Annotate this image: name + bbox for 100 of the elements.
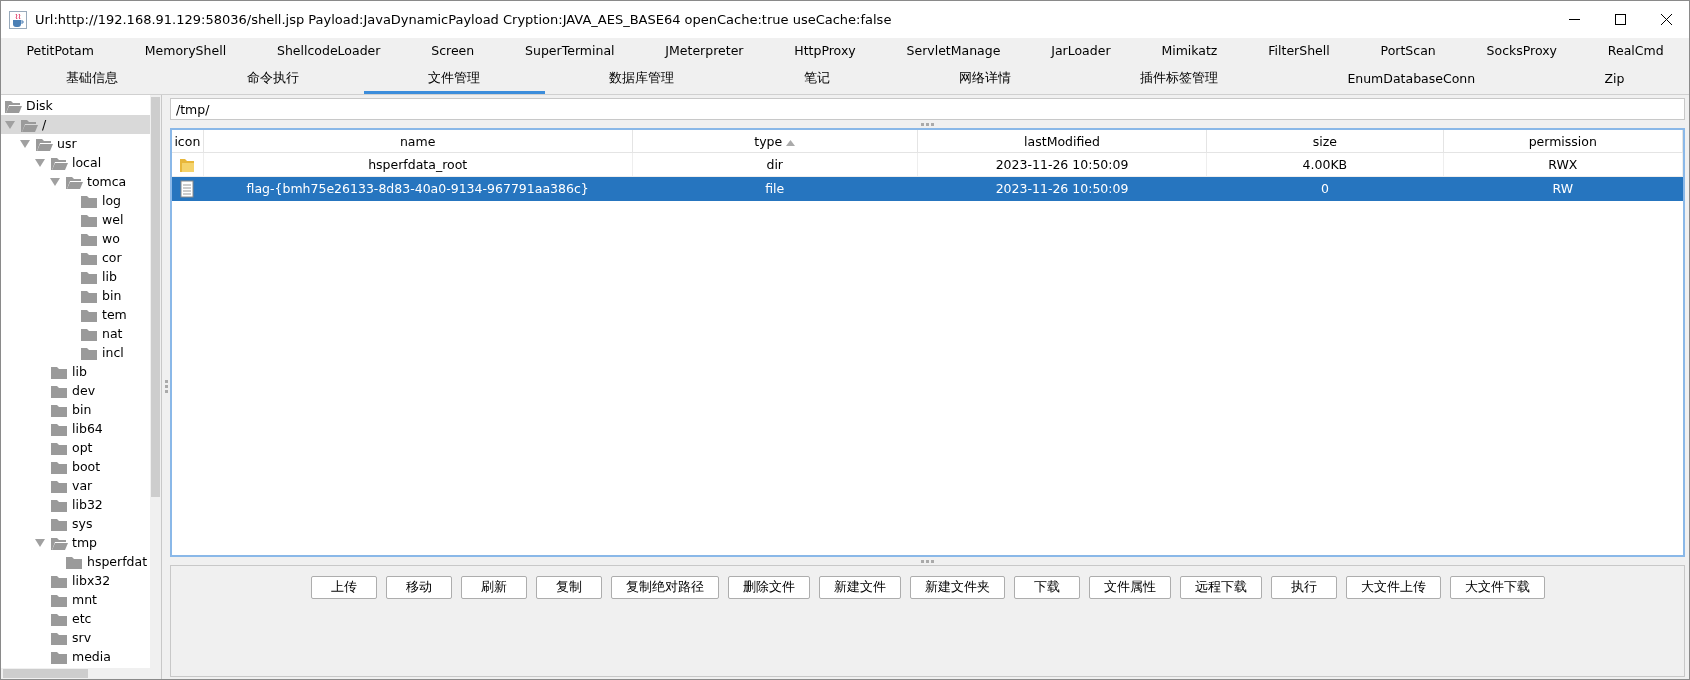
tree-item[interactable]: bin (1, 400, 150, 419)
tree-item[interactable]: etc (1, 609, 150, 628)
tree-item[interactable]: libx32 (1, 571, 150, 590)
tree-item[interactable]: srv (1, 628, 150, 647)
sort-arrow-icon (786, 139, 796, 146)
close-icon (1660, 14, 1672, 25)
table-row[interactable]: flag-{bmh75e26133-8d83-40a0-9134-967791aa386c} file 2023-11-26 10:50:09 0 RW (172, 176, 1683, 201)
action-button[interactable]: 大文件下载 (1449, 576, 1545, 599)
tree-item[interactable]: dev (1, 381, 150, 400)
table-cell: flag-{bmh75e26133-8d83-40a0-9134-967791aa386c} (203, 176, 633, 201)
action-button[interactable]: 远程下载 (1179, 576, 1262, 599)
column-header[interactable]: icon (172, 130, 204, 153)
tree-item[interactable]: tem (1, 305, 150, 324)
maximize-icon (1614, 14, 1626, 25)
tree-item[interactable]: mnt (1, 590, 150, 609)
tab[interactable]: 文件管理 (363, 66, 545, 94)
plugin-tab[interactable]: JMeterpreter (639, 38, 769, 66)
column-header[interactable]: size (1206, 130, 1444, 153)
action-button[interactable]: 复制绝对路径 (610, 576, 719, 599)
tab[interactable]: 基础信息 (1, 66, 183, 94)
table-cell: 2023-11-26 10:50:09 (917, 176, 1207, 201)
table-row[interactable]: hsperfdata_root dir 2023-11-26 10:50:09 4.00KB RWX (172, 152, 1683, 177)
plugin-tab[interactable]: ServletManage (881, 38, 1026, 66)
vertical-scrollbar[interactable] (150, 95, 161, 668)
table-cell: dir (632, 152, 918, 177)
plugin-tab[interactable]: PortScan (1355, 38, 1462, 66)
tab[interactable]: 网络详情 (894, 66, 1076, 94)
coffee-cup-icon (9, 10, 27, 29)
plugin-tab[interactable]: Screen (405, 38, 500, 66)
tree-item[interactable]: cor (1, 248, 150, 267)
table-cell: 4.00KB (1206, 152, 1444, 177)
action-button[interactable]: 大文件上传 (1345, 576, 1441, 599)
action-button[interactable]: 移动 (385, 576, 452, 599)
plugin-tab[interactable]: FilterShell (1242, 38, 1356, 66)
document-icon (179, 179, 196, 198)
plugin-tab[interactable]: ShellcodeLoader (251, 38, 406, 66)
expanded-arrow-icon[interactable] (49, 176, 61, 187)
tree-item[interactable]: hsperfdat (1, 552, 150, 571)
action-button[interactable]: 复制 (535, 576, 602, 599)
splitter-grip-icon[interactable] (164, 380, 168, 394)
plugin-tab[interactable]: RealCmd (1582, 38, 1689, 66)
expanded-arrow-icon[interactable] (34, 537, 46, 548)
action-button[interactable]: 新建文件 (818, 576, 901, 599)
window-title: Url:http://192.168.91.129:58036/shell.jsp Payload:JavaDynamicPayload Cryption:JAVA_AES_BASE64 openCache:true useCache:false (35, 12, 893, 27)
tree-item[interactable]: bin (1, 286, 150, 305)
tree-item[interactable]: lib64 (1, 419, 150, 438)
tree-item[interactable]: var (1, 476, 150, 495)
plugin-tab[interactable]: PetitPotam (1, 38, 120, 66)
plugin-tab[interactable]: JarLoader (1025, 38, 1136, 66)
tab[interactable]: 命令执行 (182, 66, 364, 94)
plugin-tab[interactable]: Mimikatz (1135, 38, 1243, 66)
column-header[interactable]: type (632, 130, 918, 153)
action-button[interactable]: 文件属性 (1088, 576, 1171, 599)
tab[interactable]: 插件标签管理 (1075, 66, 1283, 94)
tree-item[interactable]: usr (1, 134, 150, 153)
table-cell: RW (1443, 176, 1683, 201)
plugin-tab[interactable]: HttpProxy (768, 38, 882, 66)
plugin-tab[interactable]: MemoryShell (119, 38, 252, 66)
tab[interactable]: 笔记 (739, 66, 895, 94)
plugin-tab[interactable]: SuperTerminal (499, 38, 640, 66)
path-field[interactable]: /tmp/ (170, 98, 1685, 120)
plugin-tab[interactable]: SocksProxy (1461, 38, 1583, 66)
expanded-arrow-icon[interactable] (34, 157, 46, 168)
action-button[interactable]: 上传 (310, 576, 377, 599)
tab[interactable]: EnumDatabaseConn (1282, 66, 1540, 94)
table-cell: hsperfdata_root (203, 152, 633, 177)
tab[interactable]: 数据库管理 (544, 66, 739, 94)
tree-item[interactable]: lib (1, 267, 150, 286)
tree-item[interactable]: tomca (1, 172, 150, 191)
tree-item[interactable]: lib32 (1, 495, 150, 514)
table-cell: 0 (1206, 176, 1444, 201)
action-button[interactable]: 删除文件 (727, 576, 810, 599)
splitter-grip-icon[interactable] (921, 122, 934, 126)
tab[interactable]: Zip (1539, 66, 1689, 94)
tree-item[interactable]: local (1, 153, 150, 172)
tree-item[interactable]: lib (1, 362, 150, 381)
column-header[interactable]: lastModified (917, 130, 1207, 153)
action-button[interactable]: 刷新 (460, 576, 527, 599)
action-button[interactable]: 新建文件夹 (909, 576, 1005, 599)
tree-item[interactable]: Disk (1, 96, 150, 115)
tree-item[interactable]: wel (1, 210, 150, 229)
tree-item[interactable]: opt (1, 438, 150, 457)
action-button[interactable]: 执行 (1270, 576, 1337, 599)
tree-item[interactable]: incl (1, 343, 150, 362)
action-button[interactable]: 下载 (1013, 576, 1080, 599)
tree-item[interactable]: media (1, 647, 150, 666)
table-cell: RWX (1443, 152, 1683, 177)
tree-item[interactable]: boot (1, 457, 150, 476)
tree-item[interactable]: tmp (1, 533, 150, 552)
tree-item[interactable]: log (1, 191, 150, 210)
column-header[interactable]: name (203, 130, 633, 153)
expanded-arrow-icon[interactable] (19, 138, 31, 149)
table-cell: file (632, 176, 918, 201)
tree-item[interactable]: sys (1, 514, 150, 533)
splitter-grip-icon[interactable] (921, 559, 934, 563)
tree-item[interactable]: / (1, 115, 150, 134)
tree-item[interactable]: wo (1, 229, 150, 248)
expanded-arrow-icon[interactable] (4, 119, 16, 130)
column-header[interactable]: permission (1443, 130, 1683, 153)
tree-item[interactable]: nat (1, 324, 150, 343)
